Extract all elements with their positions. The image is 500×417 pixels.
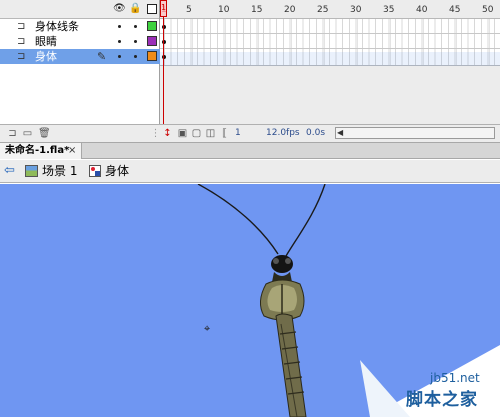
layer-name: 身体线条: [35, 20, 79, 33]
left-eye: [273, 258, 279, 264]
elapsed-time-readout: 0.0s: [306, 128, 326, 138]
frame-row-divider: [160, 33, 500, 34]
lock-dot[interactable]: [134, 25, 137, 28]
layer-name: 身体: [35, 50, 57, 63]
right-eye: [285, 258, 291, 264]
lock-icon[interactable]: 🔒: [129, 3, 141, 14]
edit-bar: ⇦ 场景 1 身体: [0, 160, 500, 183]
edit-multiple-frames-icon[interactable]: ◫: [205, 128, 216, 139]
layer-row-body-lines[interactable]: ⊐ 身体线条: [0, 19, 160, 34]
frame-rate-unit: fps: [286, 128, 300, 138]
left-antenna: [197, 184, 279, 255]
watermark-site-name: 脚本之家: [406, 390, 478, 410]
layer-color-swatch[interactable]: [147, 51, 157, 61]
document-tab[interactable]: 未命名-1.fla* ×: [0, 143, 82, 159]
dragonfly-drawing[interactable]: [0, 184, 500, 417]
visibility-dot[interactable]: [118, 40, 121, 43]
lock-dot[interactable]: [134, 55, 137, 58]
layer-header: 👁 🔒: [0, 0, 159, 19]
frame-row-divider: [160, 48, 500, 49]
visibility-dot[interactable]: [118, 25, 121, 28]
layer-icon: ⊐: [17, 21, 26, 32]
current-frame-readout: 1: [235, 128, 241, 138]
ruler-tick: 50: [482, 5, 494, 15]
outline-icon[interactable]: [147, 4, 157, 14]
layer-icon: ⊐: [17, 36, 26, 47]
timeline-scrollbar[interactable]: [335, 127, 495, 139]
scroll-left-icon[interactable]: ◀: [337, 128, 343, 138]
right-antenna: [285, 184, 326, 257]
close-icon[interactable]: ×: [68, 144, 76, 158]
ruler-tick: 25: [317, 5, 329, 15]
back-arrow-icon[interactable]: ⇦: [4, 164, 15, 178]
frame-ruler[interactable]: 1 5 10 15 20 25 30 35 40 45 50: [160, 0, 500, 19]
layer-row-body[interactable]: ⊐ 身体 ✎: [0, 49, 160, 64]
lock-dot[interactable]: [134, 40, 137, 43]
eye-icon[interactable]: 👁: [113, 3, 126, 14]
onion-skin-icon[interactable]: ▣: [177, 128, 188, 139]
onion-outline-icon[interactable]: ▢: [191, 128, 202, 139]
frame-area[interactable]: 1 5 10 15 20 25 30 35 40 45 50 1: [160, 0, 500, 66]
new-folder-icon[interactable]: ▭: [22, 128, 33, 139]
timeline-footer: ⊐ ▭ 🗑 ⋮ ↕ ▣ ▢ ◫ ⟦ 1 12.0fps 0.0s ◀: [0, 124, 500, 142]
registration-point-icon: ⌖: [204, 322, 211, 335]
new-layer-icon[interactable]: ⊐: [7, 128, 18, 139]
selected-frame-row: [160, 52, 500, 66]
ruler-tick: 45: [449, 5, 461, 15]
frame-rate-value[interactable]: 12.0: [266, 128, 286, 138]
ruler-tick: 40: [416, 5, 428, 15]
layer-color-swatch[interactable]: [147, 36, 157, 46]
modify-markers-icon[interactable]: ⟦: [219, 128, 230, 139]
layer-list: 👁 🔒 ⊐ 身体线条 ⊐ 眼睛 ⊐ 身体 ✎: [0, 0, 160, 124]
watermark-url: jb51.net: [430, 371, 480, 385]
layer-row-eyes[interactable]: ⊐ 眼睛: [0, 34, 160, 49]
ruler-tick: 15: [251, 5, 263, 15]
layer-name: 眼睛: [35, 35, 57, 48]
layer-icon: ⊐: [17, 51, 26, 62]
ruler-tick: 30: [350, 5, 362, 15]
center-frame-icon[interactable]: ↕: [162, 128, 173, 139]
ruler-tick: 35: [383, 5, 395, 15]
playhead[interactable]: 1: [160, 0, 167, 17]
scroll-separator-icon: ⋮: [150, 128, 161, 139]
document-tab-bar: 未命名-1.fla* ×: [0, 142, 500, 159]
stage-canvas[interactable]: ⌖: [0, 184, 500, 417]
pencil-icon: ✎: [97, 50, 107, 63]
ruler-tick: 10: [218, 5, 230, 15]
head: [271, 255, 293, 273]
symbol-breadcrumb[interactable]: 身体: [105, 163, 129, 179]
layer-color-swatch[interactable]: [147, 21, 157, 31]
frame-rate-readout: 12.0fps: [266, 128, 300, 139]
ruler-tick: 20: [284, 5, 296, 15]
scene-icon: [25, 165, 38, 177]
scene-breadcrumb[interactable]: 场景 1: [42, 163, 77, 179]
abdomen: [275, 313, 307, 417]
document-tab-title: 未命名-1.fla*: [5, 145, 70, 156]
graphic-symbol-icon: [89, 165, 101, 177]
ruler-tick: 5: [186, 5, 192, 15]
timeline-panel: 👁 🔒 ⊐ 身体线条 ⊐ 眼睛 ⊐ 身体 ✎ 1: [0, 0, 500, 142]
delete-layer-icon[interactable]: 🗑: [38, 128, 51, 139]
playhead-line: [163, 17, 164, 125]
frame-grid[interactable]: [160, 19, 500, 66]
visibility-dot[interactable]: [118, 55, 121, 58]
